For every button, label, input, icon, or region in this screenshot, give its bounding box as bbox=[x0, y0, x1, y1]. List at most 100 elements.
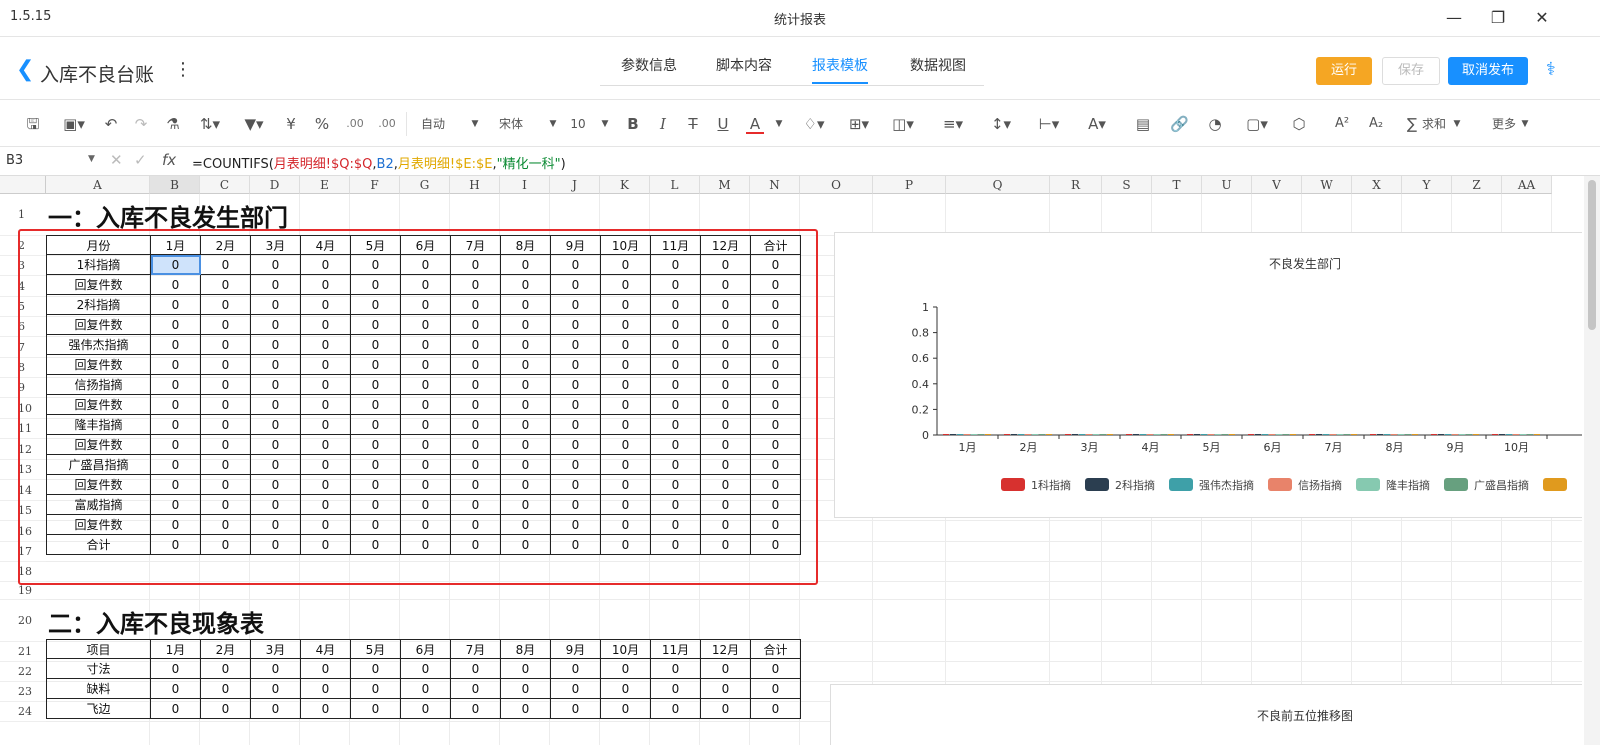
bar[interactable] bbox=[1431, 434, 1437, 435]
column-header[interactable]: V bbox=[1252, 176, 1302, 194]
chart-icon[interactable]: ◔ bbox=[1206, 114, 1224, 134]
strikethrough-icon[interactable]: T bbox=[684, 114, 702, 134]
header-cell[interactable]: 4月 bbox=[300, 639, 351, 659]
bar[interactable] bbox=[1046, 434, 1052, 435]
header-cell[interactable]: 6月 bbox=[400, 639, 451, 659]
value-cell[interactable]: 0 bbox=[200, 658, 251, 679]
format-painter-icon[interactable]: ⚗ bbox=[164, 114, 182, 134]
import-icon[interactable]: ▣▾ bbox=[56, 114, 92, 134]
header-cell[interactable]: 5月 bbox=[350, 639, 401, 659]
sum-icon[interactable]: ∑ bbox=[1404, 114, 1420, 134]
bar[interactable] bbox=[1147, 434, 1153, 435]
bar[interactable] bbox=[1384, 434, 1390, 435]
bar[interactable] bbox=[1161, 434, 1167, 435]
value-cell[interactable]: 0 bbox=[350, 698, 401, 719]
column-header[interactable]: G bbox=[400, 176, 450, 194]
bar[interactable] bbox=[1168, 434, 1174, 435]
row-header[interactable]: 20 bbox=[0, 600, 46, 642]
save-file-icon[interactable]: 🖫 bbox=[24, 114, 42, 134]
chevron-down-icon[interactable]: ▼ bbox=[470, 114, 480, 134]
run-button[interactable]: 运行 bbox=[1316, 57, 1372, 85]
bar[interactable] bbox=[1276, 434, 1282, 435]
filter-icon[interactable]: ▼▾ bbox=[236, 114, 272, 134]
redo-icon[interactable]: ↷ bbox=[132, 114, 150, 134]
tab-params[interactable]: 参数信息 bbox=[621, 55, 677, 75]
header-cell[interactable]: 9月 bbox=[550, 639, 601, 659]
bar[interactable] bbox=[1534, 434, 1540, 435]
row-header[interactable]: 22 bbox=[0, 662, 46, 682]
column-header[interactable]: R bbox=[1050, 176, 1102, 194]
bar[interactable] bbox=[1499, 434, 1505, 435]
cell-name-box[interactable]: B3 bbox=[6, 153, 23, 168]
bar[interactable] bbox=[1316, 434, 1322, 435]
column-header[interactable]: B bbox=[150, 176, 200, 194]
legend-item[interactable]: 信扬指摘 bbox=[1268, 478, 1342, 492]
bar[interactable] bbox=[1370, 434, 1376, 435]
bar[interactable] bbox=[1330, 434, 1336, 435]
chevron-down-icon[interactable]: ▼ bbox=[548, 114, 558, 134]
column-header[interactable]: O bbox=[800, 176, 873, 194]
header-cell[interactable]: 10月 bbox=[600, 639, 651, 659]
back-icon[interactable]: ❮ bbox=[16, 59, 34, 81]
link-icon[interactable]: 🔗 bbox=[1170, 114, 1189, 134]
legend-item[interactable]: 2科指摘 bbox=[1085, 478, 1155, 492]
bar[interactable] bbox=[1100, 434, 1106, 435]
header-cell[interactable]: 1月 bbox=[150, 639, 201, 659]
column-header[interactable]: E bbox=[300, 176, 350, 194]
tab-script[interactable]: 脚本内容 bbox=[716, 55, 772, 75]
value-cell[interactable]: 0 bbox=[450, 698, 501, 719]
value-cell[interactable]: 0 bbox=[650, 658, 701, 679]
column-header[interactable]: K bbox=[600, 176, 650, 194]
column-header[interactable]: L bbox=[650, 176, 700, 194]
percent-icon[interactable]: % bbox=[312, 114, 332, 134]
column-header[interactable]: X bbox=[1352, 176, 1402, 194]
tab-data-view[interactable]: 数据视图 bbox=[910, 55, 966, 75]
bar[interactable] bbox=[957, 434, 963, 435]
legend-item[interactable]: 隆丰指摘 bbox=[1356, 478, 1430, 492]
column-header[interactable]: Y bbox=[1402, 176, 1452, 194]
cancel-edit-icon[interactable]: ✕ bbox=[110, 151, 123, 169]
value-cell[interactable]: 0 bbox=[650, 698, 701, 719]
value-cell[interactable]: 0 bbox=[250, 658, 301, 679]
vertical-scrollbar[interactable] bbox=[1584, 176, 1600, 745]
font-color-icon[interactable]: A bbox=[746, 114, 764, 134]
value-cell[interactable]: 0 bbox=[550, 698, 601, 719]
formula-input[interactable]: =COUNTIFS(月表明细!$Q:$Q,B2,月表明细!$E:$E,"精化一科… bbox=[192, 153, 566, 172]
scrollbar-thumb[interactable] bbox=[1588, 180, 1596, 330]
value-cell[interactable]: 0 bbox=[250, 698, 301, 719]
bar[interactable] bbox=[1154, 434, 1160, 435]
bar[interactable] bbox=[1405, 434, 1411, 435]
close-icon[interactable]: ✕ bbox=[1522, 4, 1562, 32]
bar[interactable] bbox=[1438, 434, 1444, 435]
bar[interactable] bbox=[1229, 434, 1235, 435]
value-cell[interactable]: 0 bbox=[550, 658, 601, 679]
bar[interactable] bbox=[1351, 434, 1357, 435]
bar[interactable] bbox=[1187, 434, 1193, 435]
row-header[interactable]: 24 bbox=[0, 702, 46, 722]
bar[interactable] bbox=[1222, 434, 1228, 435]
bar[interactable] bbox=[1140, 434, 1146, 435]
row-label-cell[interactable]: 飞边 bbox=[46, 698, 151, 719]
bar[interactable] bbox=[1344, 434, 1350, 435]
chart-panel[interactable]: 不良前五位推移图 bbox=[830, 684, 1582, 745]
align-icon[interactable]: ≡▾ bbox=[936, 114, 970, 134]
legend-item[interactable] bbox=[1543, 478, 1573, 492]
value-cell[interactable]: 0 bbox=[600, 658, 651, 679]
bar[interactable] bbox=[1248, 434, 1254, 435]
user-icon[interactable]: ⚕ bbox=[1546, 59, 1556, 80]
column-header[interactable]: W bbox=[1302, 176, 1352, 194]
spreadsheet-grid[interactable]: A B C D E F G H I J K L M N O P Q R S T U V W X Y Z AA 1 2 3 4 5 6 7 8 9 10 1… bbox=[0, 176, 1582, 745]
column-header[interactable]: F bbox=[350, 176, 400, 194]
bar[interactable] bbox=[978, 434, 984, 435]
value-cell[interactable]: 0 bbox=[750, 658, 801, 679]
vertical-align-icon[interactable]: ↕▾ bbox=[984, 114, 1018, 134]
column-header[interactable]: D bbox=[250, 176, 300, 194]
value-cell[interactable]: 0 bbox=[150, 658, 201, 679]
bar[interactable] bbox=[1126, 434, 1132, 435]
unpublish-button[interactable]: 取消发布 bbox=[1448, 57, 1528, 85]
bar[interactable] bbox=[1133, 434, 1139, 435]
column-header[interactable]: J bbox=[550, 176, 600, 194]
value-cell[interactable]: 0 bbox=[400, 698, 451, 719]
bar[interactable] bbox=[1337, 434, 1343, 435]
chevron-down-icon[interactable]: ▼ bbox=[600, 114, 610, 134]
